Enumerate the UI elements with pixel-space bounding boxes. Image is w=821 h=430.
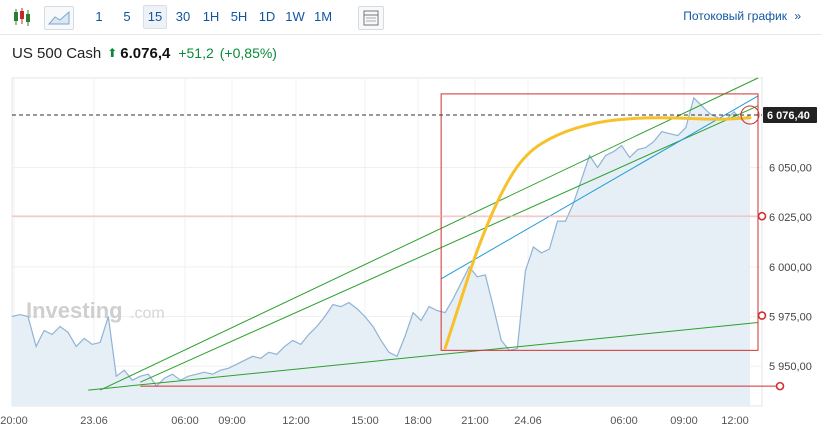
instrument-name: US 500 Cash xyxy=(12,44,102,62)
x-tick-label: 09:00 xyxy=(670,415,698,427)
y-tick-label: 6 000,00 xyxy=(769,262,812,274)
price-change-percent: (+0,85%) xyxy=(219,45,277,61)
area-fill xyxy=(12,97,750,407)
interval-30[interactable]: 30 xyxy=(172,6,194,28)
x-tick-label: 18:00 xyxy=(404,415,432,427)
streaming-chart-label: Потоковый график xyxy=(683,9,787,23)
interval-5[interactable]: 5 xyxy=(120,6,134,28)
x-tick-label: 21:00 xyxy=(461,415,489,427)
x-tick-label: 06:00 xyxy=(610,415,638,427)
interval-5h[interactable]: 5H xyxy=(228,6,250,28)
x-tick-label: 06:00 xyxy=(171,415,199,427)
indicators-table-icon[interactable] xyxy=(358,6,384,30)
red-circle-marker xyxy=(757,211,767,221)
x-tick-label: 09:00 xyxy=(218,415,246,427)
investing-watermark-suffix: .com xyxy=(130,305,165,322)
double-chevron-right-icon: » xyxy=(794,9,801,23)
red-circle-marker xyxy=(775,381,785,391)
red-circle-marker xyxy=(757,311,767,320)
interval-1m[interactable]: 1M xyxy=(312,6,334,28)
last-price-tag-label: 6 076,40 xyxy=(767,110,810,122)
last-price: 6.076,4 xyxy=(120,44,171,62)
x-tick-label: 20:00 xyxy=(0,415,28,427)
y-tick-label: 5 975,00 xyxy=(769,312,812,324)
interval-1w[interactable]: 1W xyxy=(284,6,306,28)
chart-toolbar: 1 5 15 30 1H 5H 1D 1W 1M Потоковый графи… xyxy=(0,0,821,35)
up-arrow-icon: ⬆ xyxy=(107,46,118,60)
area-chart-icon[interactable] xyxy=(44,6,74,30)
x-tick-label: 12:00 xyxy=(721,415,749,427)
interval-1h[interactable]: 1H xyxy=(200,6,222,28)
quote-header: US 500 Cash ⬆ 6.076,4 +51,2 (+0,85%) xyxy=(12,42,277,64)
y-tick-label: 6 025,00 xyxy=(769,212,812,224)
x-tick-label: 24.06 xyxy=(514,415,542,427)
interval-1d[interactable]: 1D xyxy=(256,6,278,28)
x-tick-label: 15:00 xyxy=(351,415,379,427)
streaming-chart-link[interactable]: Потоковый график » xyxy=(683,9,801,23)
x-tick-label: 12:00 xyxy=(282,415,310,427)
x-tick-label: 23.06 xyxy=(80,415,108,427)
interval-1[interactable]: 1 xyxy=(92,6,106,28)
price-chart[interactable]: Investing .com6 050,006 025,006 000,005 9… xyxy=(0,70,821,430)
price-change: +51,2 xyxy=(178,45,214,61)
candlestick-chart-icon[interactable] xyxy=(10,6,34,28)
interval-15[interactable]: 15 xyxy=(143,5,167,29)
y-tick-label: 6 050,00 xyxy=(769,162,812,174)
y-tick-label: 5 950,00 xyxy=(769,361,812,373)
